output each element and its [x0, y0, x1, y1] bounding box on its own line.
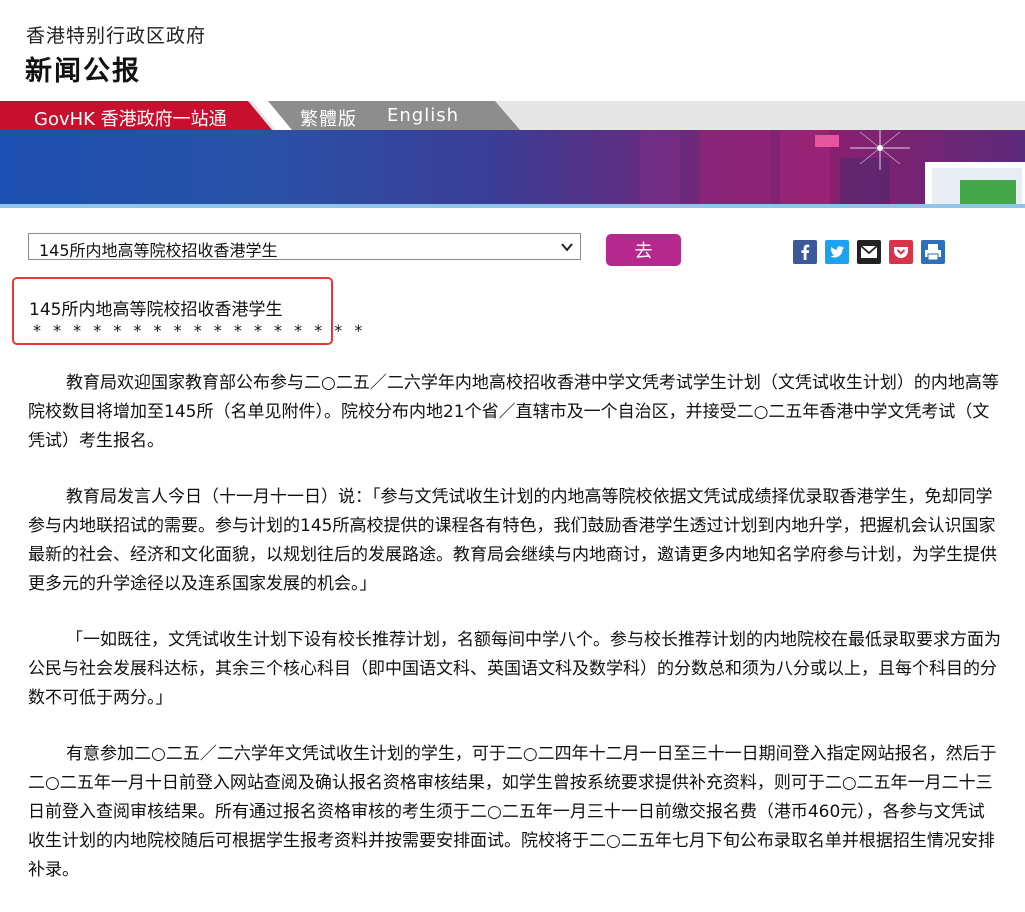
article-paragraph: 教育局欢迎国家教育部公布参与二○二五／二六学年内地高校招收香港中学文凭考试学生计…	[28, 373, 999, 451]
headline-divider: * * * * * * * * * * * * * * * * *	[33, 321, 366, 340]
facebook-icon[interactable]	[793, 240, 817, 264]
go-button[interactable]: 去	[606, 234, 681, 266]
print-icon[interactable]	[921, 240, 945, 264]
page-header: 香港特别行政区政府 新闻公报	[0, 0, 1025, 100]
traditional-chinese-link[interactable]: 繁體版	[300, 105, 357, 131]
govhk-link[interactable]: GovHK 香港政府一站通	[34, 105, 227, 131]
press-release-title: 新闻公报	[25, 56, 141, 87]
chevron-down-icon	[561, 243, 573, 252]
article-headline: 145所内地高等院校招收香港学生	[29, 300, 283, 320]
decorative-banner	[0, 130, 1025, 208]
selected-option: 145所内地高等院校招收香港学生	[39, 241, 278, 260]
article-paragraph: 有意参加二○二五／二六学年文凭试收生计划的学生，可于二○二四年十二月一日至三十一…	[28, 744, 997, 880]
banner-underline	[0, 204, 1025, 208]
government-name: 香港特别行政区政府	[26, 25, 207, 47]
top-navigation: GovHK 香港政府一站通 繁體版 English	[0, 101, 1025, 130]
email-icon[interactable]	[857, 240, 881, 264]
press-release-select[interactable]: 145所内地高等院校招收香港学生	[28, 233, 581, 260]
banner-graphic	[640, 130, 1025, 208]
article-body: 教育局欢迎国家教育部公布参与二○二五／二六学年内地高校招收香港中学文凭考试学生计…	[28, 369, 1001, 912]
english-link[interactable]: English	[387, 105, 459, 126]
article-paragraph: 「一如既往，文凭试收生计划下设有校长推荐计划，名额每间中学八个。参与校长推荐计划…	[28, 630, 1001, 708]
pocket-icon[interactable]	[889, 240, 913, 264]
twitter-icon[interactable]	[825, 240, 849, 264]
article-paragraph: 教育局发言人今日（十一月十一日）说：「参与文凭试收生计划的内地高等院校依据文凭试…	[28, 487, 997, 594]
